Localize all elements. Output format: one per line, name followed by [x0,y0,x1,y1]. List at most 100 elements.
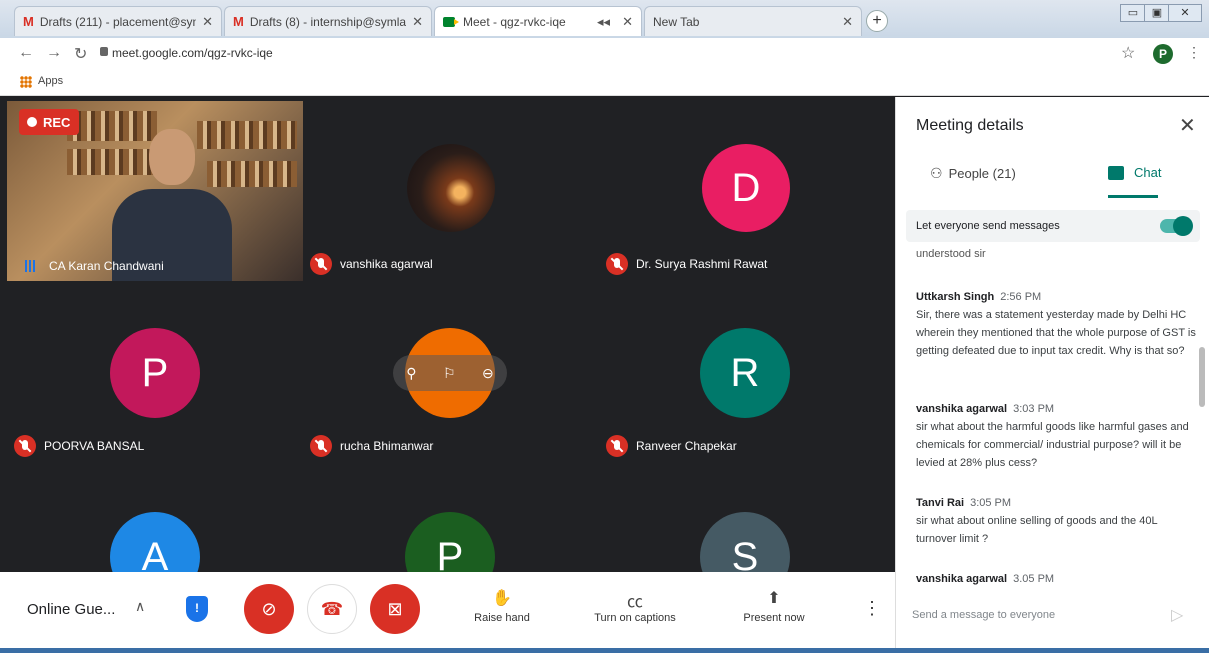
mic-off-icon [14,435,36,457]
message-text: sir what about online selling of goods a… [916,515,1158,545]
message-text: Sir, there was a statement yesterday mad… [916,309,1196,357]
tab-label: Drafts (211) - placement@symla [39,14,197,29]
pin-icon[interactable]: ⚲ [406,365,416,382]
present-label: Present now [743,612,805,624]
participant-avatar[interactable]: P [405,512,495,572]
chat-scrollbar[interactable] [1199,347,1205,407]
sender-name: Uttkarsh Singh [916,291,995,303]
tab-chat[interactable]: Chat [1108,165,1161,180]
participant-video-tile[interactable]: REC CA Karan Chandwani [7,101,303,281]
chat-icon [1108,165,1124,180]
back-icon[interactable]: ← [18,44,34,62]
bookmark-star-icon[interactable]: ☆ [1121,43,1135,63]
mic-toggle-button[interactable]: ⊘ [244,584,294,634]
tab-close-icon[interactable]: ✕ [622,14,633,30]
shield-icon[interactable]: ! [186,596,208,622]
gmail-icon: M [233,14,244,29]
participant-avatar[interactable]: D [702,144,790,232]
present-now-button[interactable]: ⬆ Present now [734,588,814,624]
close-window-icon[interactable]: ✕ [1168,4,1202,22]
tab-close-icon[interactable]: ✕ [842,14,853,30]
sender-name: vanshika agarwal [916,573,1008,585]
participant-name: Ranveer Chapekar [606,435,737,457]
tab-new-tab[interactable]: New Tab ✕ [644,6,862,36]
chat-message: Uttkarsh Singh 2:56 PM Sir, there was a s… [916,288,1196,360]
message-time: 3.05 PM [1013,573,1055,585]
hang-up-icon: ☎ [320,598,344,619]
chat-messages: understood sir Uttkarsh Singh 2:56 PM Sir… [896,247,1196,587]
tab-label: Drafts (8) - internship@symlaw.a [249,14,407,29]
tab-meet[interactable]: Meet - qgz-rvkc-iqe ◂◂ ✕ [434,6,642,36]
present-icon: ⬆ [767,590,781,607]
captions-label: Turn on captions [594,612,676,624]
camera-off-icon: ⊠ [387,598,403,619]
active-tab-indicator [1108,195,1158,198]
record-dot-icon [27,117,37,127]
speaker-video [107,129,237,281]
tab-label: New Tab [653,14,700,29]
url-field[interactable]: meet.google.com/qgz-rvkc-iqe [112,46,273,60]
tab-close-icon[interactable]: ✕ [412,14,423,30]
message-time: 3:05 PM [970,497,1012,509]
mic-off-icon [606,435,628,457]
participant-avatar[interactable]: P [110,328,200,418]
mic-off-icon: ⊘ [261,598,277,619]
chat-input[interactable]: Send a message to everyone [912,609,1055,621]
tab-close-icon[interactable]: ✕ [202,14,213,30]
tab-people[interactable]: ⚇ People (21) [930,165,1016,182]
leave-call-button[interactable]: ☎ [307,584,357,634]
maximize-icon[interactable]: ▣ [1144,4,1170,22]
chat-message: Tanvi Rai 3:05 PM sir what about online s… [916,494,1196,548]
hand-icon: ✋ [492,590,512,607]
participant-photo-avatar[interactable] [407,144,495,232]
mute-participant-icon[interactable]: ⚐ [443,365,456,382]
minimize-icon[interactable]: ▭ [1120,4,1146,22]
remove-icon[interactable]: ⊖ [482,365,494,382]
mic-off-icon [606,253,628,275]
message-time: 3:03 PM [1013,403,1055,415]
meeting-grid: REC CA Karan Chandwani vanshika agarwal … [0,97,895,572]
sender-name: Tanvi Rai [916,497,965,509]
chat-message-text: understood sir [916,248,986,260]
participant-avatar[interactable]: R [700,328,790,418]
participant-name: POORVA BANSAL [14,435,144,457]
sender-name: vanshika agarwal [916,403,1008,415]
captions-icon: ㏄ [626,594,643,611]
meeting-details-panel: Meeting details ✕ ⚇ People (21) Chat Let… [895,97,1209,648]
raise-hand-button[interactable]: ✋ Raise hand [465,588,539,624]
audio-level-icon [25,260,35,272]
panel-title: Meeting details [916,117,1024,134]
captions-button[interactable]: ㏄ Turn on captions [582,588,688,624]
chevron-up-icon[interactable]: ∧ [135,598,145,615]
meeting-details-button[interactable]: Online Gue... [27,601,115,618]
people-icon: ⚇ [930,165,943,181]
chat-message: vanshika agarwal 3.05 PM [916,570,1196,587]
participant-avatar[interactable]: S [700,512,790,572]
close-icon[interactable]: ✕ [1179,113,1196,138]
forward-icon[interactable]: → [46,44,62,62]
participant-name: rucha Bhimanwar [310,435,433,457]
camera-toggle-button[interactable]: ⊠ [370,584,420,634]
participant-name: vanshika agarwal [310,253,433,275]
participant-avatar[interactable]: A [110,512,200,572]
meeting-controls-bar: Online Gue... ∧ ! ⊘ ☎ ⊠ ✋ Raise hand ㏄ T… [0,572,895,648]
message-time: 2:56 PM [1000,291,1042,303]
raise-hand-label: Raise hand [474,612,530,624]
apps-grid-icon[interactable] [20,76,32,88]
tab-gmail-internship[interactable]: M Drafts (8) - internship@symlaw.a ✕ [224,6,432,36]
participant-name: CA Karan Chandwani [25,259,164,273]
tab-gmail-placement[interactable]: M Drafts (211) - placement@symla ✕ [14,6,222,36]
gmail-icon: M [23,14,34,29]
lock-icon [100,47,108,56]
chat-permission-row: Let everyone send messages [906,210,1200,242]
send-icon[interactable]: ▷ [1171,605,1183,625]
more-options-icon[interactable]: ⋮ [863,598,881,619]
browser-menu-icon[interactable]: ⋮ [1187,44,1201,61]
reload-icon[interactable]: ↻ [74,44,87,64]
new-tab-button[interactable]: + [866,10,888,32]
rec-label: REC [43,114,71,130]
apps-bookmark[interactable]: Apps [38,75,63,87]
toggle-label: Let everyone send messages [916,220,1060,232]
profile-avatar[interactable]: P [1153,44,1173,64]
send-messages-toggle[interactable] [1160,216,1193,236]
